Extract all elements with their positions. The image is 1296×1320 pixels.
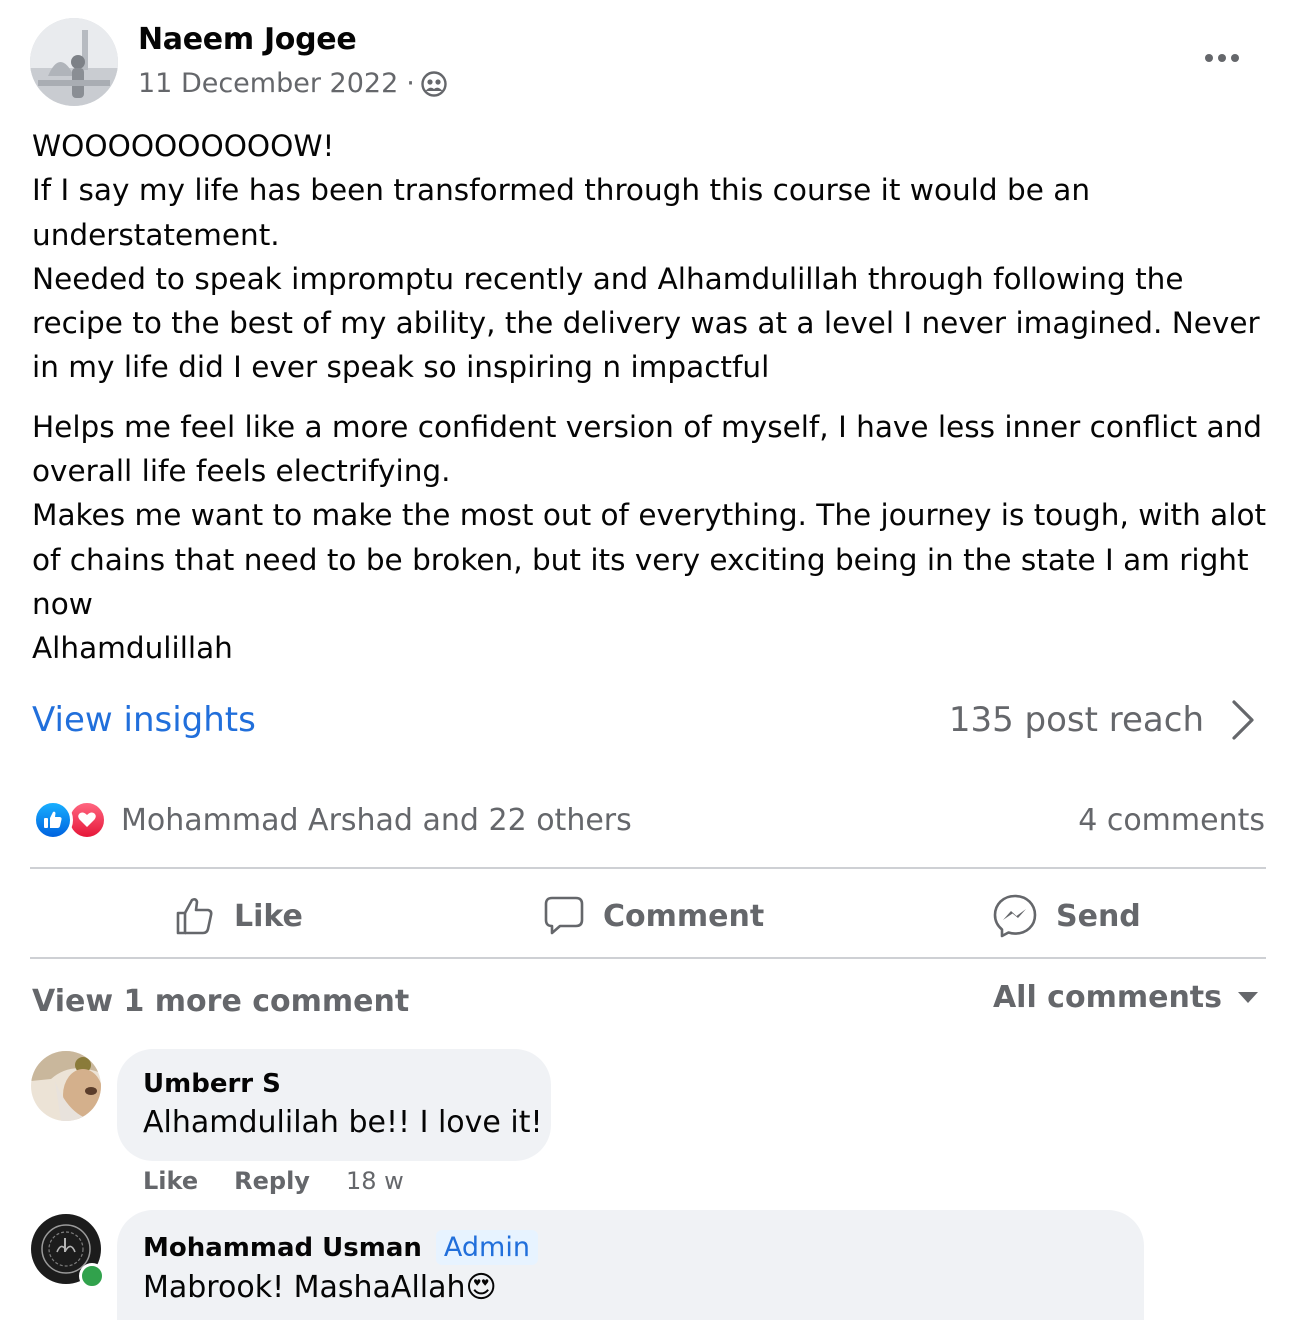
post-line: WOOOOOOOOOOW! — [32, 129, 335, 163]
post-meta: 11 December 2022 · — [138, 68, 447, 99]
send-button-label: Send — [1056, 898, 1141, 934]
divider — [30, 957, 1266, 959]
like-reaction-icon — [33, 800, 73, 840]
reactors-text[interactable]: Mohammad Arshad and 22 others — [121, 803, 632, 838]
caret-down-icon — [1238, 992, 1258, 1003]
commenter-header: Mohammad Usman Admin — [143, 1230, 538, 1265]
comment-text-content: Mabrook! MashaAllah — [143, 1270, 466, 1305]
love-reaction-icon — [67, 800, 107, 840]
chevron-right-icon — [1232, 700, 1254, 740]
post-line: Makes me want to make the most out of ev… — [32, 498, 1267, 621]
comment-actions: Like Reply 18 w — [143, 1167, 404, 1195]
more-options-icon[interactable] — [1200, 40, 1244, 76]
heart-eyes-emoji: 😍 — [465, 1270, 497, 1305]
post-line: Helps me feel like a more confident vers… — [32, 409, 1263, 489]
comments-count[interactable]: 4 comments — [1078, 803, 1265, 838]
reactions-summary[interactable]: Mohammad Arshad and 22 others — [33, 800, 632, 840]
comment-bubble: Umberr S Alhamdulilah be!! I love it! — [117, 1049, 551, 1161]
comment-bubble-icon — [544, 896, 584, 935]
comment-like-button[interactable]: Like — [143, 1167, 198, 1195]
commenter-name[interactable]: Mohammad Usman — [143, 1233, 422, 1263]
comment-bubble: Mohammad Usman Admin Mabrook! MashaAllah… — [117, 1210, 1144, 1320]
comment-reply-button[interactable]: Reply — [234, 1167, 310, 1195]
post-text: WOOOOOOOOOOW! If I say my life has been … — [32, 124, 1272, 671]
comment-button-label: Comment — [603, 898, 765, 934]
online-status-dot — [79, 1263, 105, 1289]
post-date[interactable]: 11 December 2022 — [138, 68, 398, 99]
view-insights-link[interactable]: View insights — [32, 700, 256, 740]
comment-button[interactable]: Comment — [543, 886, 764, 946]
comment-text: Mabrook! MashaAllah😍 — [143, 1270, 497, 1305]
commenter-name[interactable]: Umberr S — [143, 1069, 281, 1099]
messenger-icon — [993, 894, 1037, 938]
commenter-avatar[interactable] — [31, 1051, 101, 1121]
like-button[interactable]: Like — [174, 886, 303, 946]
author-avatar[interactable] — [30, 18, 118, 106]
post-line: If I say my life has been transformed th… — [32, 173, 1091, 252]
comment-timestamp[interactable]: 18 w — [346, 1167, 404, 1195]
comment-filter-label: All comments — [992, 980, 1222, 1015]
send-button[interactable]: Send — [992, 886, 1141, 946]
friends-audience-icon[interactable] — [421, 70, 447, 97]
comment-text: Alhamdulilah be!! I love it! — [143, 1105, 543, 1140]
author-name[interactable]: Naeem Jogee — [138, 22, 357, 57]
post-reach-label: 135 post reach — [948, 700, 1204, 740]
post-line: Needed to speak impromptu recently and A… — [32, 261, 1260, 385]
view-more-comments-link[interactable]: View 1 more comment — [32, 984, 409, 1019]
admin-badge: Admin — [435, 1230, 538, 1265]
post-line: Alhamdulillah — [32, 631, 233, 666]
meta-separator: · — [406, 68, 415, 99]
divider — [30, 867, 1266, 869]
like-button-label: Like — [234, 898, 303, 934]
post-reach[interactable]: 135 post reach — [949, 698, 1256, 742]
thumbs-up-icon — [176, 898, 213, 935]
comment-filter-dropdown[interactable]: All comments — [993, 980, 1258, 1015]
